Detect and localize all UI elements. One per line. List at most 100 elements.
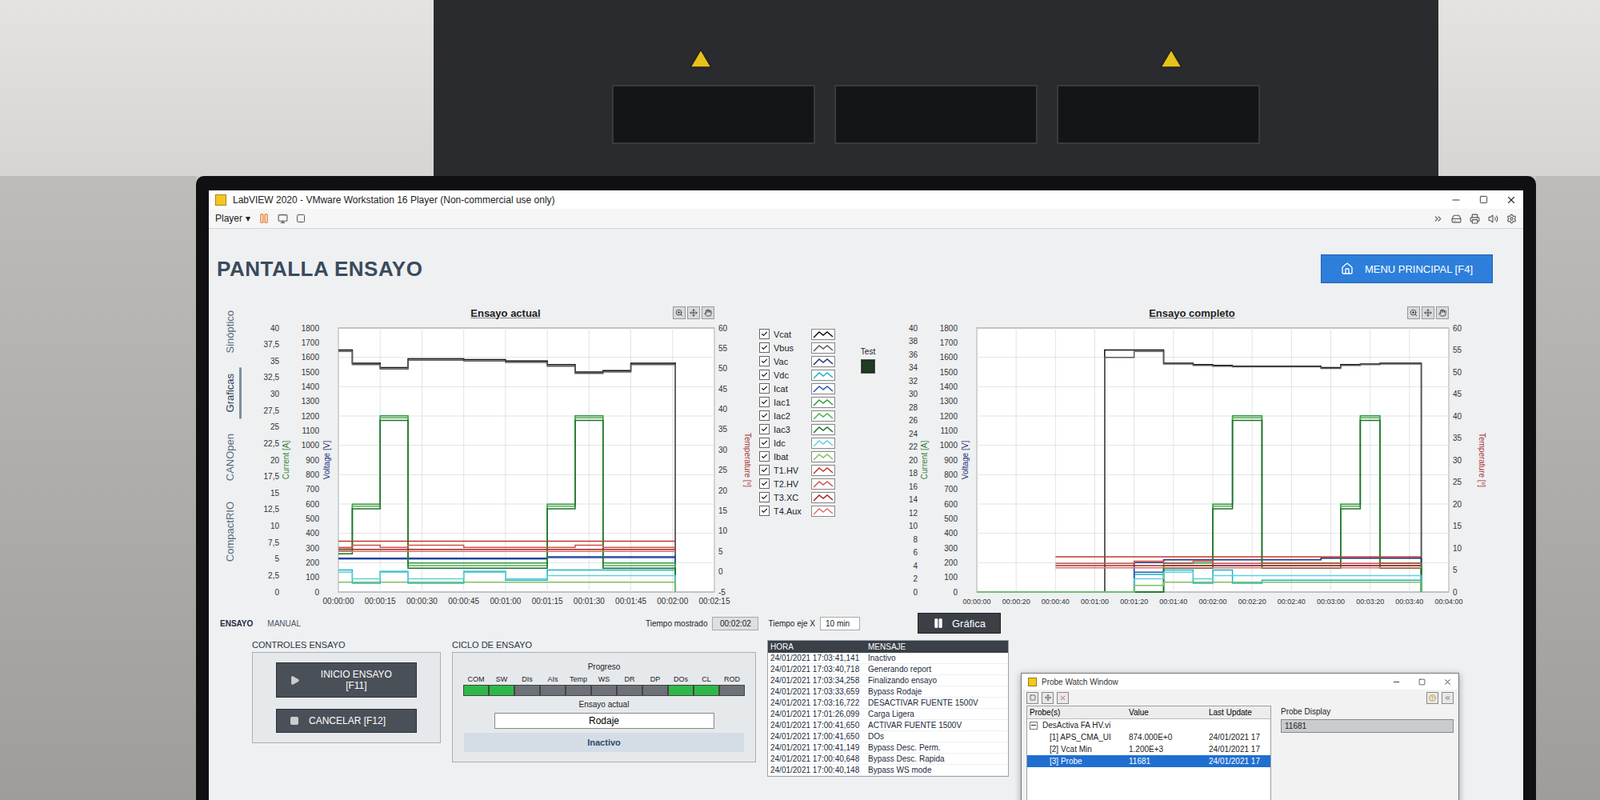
log-row[interactable]: 24/01/2021 17:03:41,141Inactivo xyxy=(768,652,1008,664)
hand-icon[interactable] xyxy=(701,306,715,320)
probe-row[interactable]: [2] Vcat Min1.200E+324/01/2021 17 xyxy=(1027,743,1271,756)
series-line xyxy=(338,416,676,592)
legend-label: Vac xyxy=(773,356,808,367)
legend-checkbox[interactable] xyxy=(759,492,770,503)
log-row[interactable]: 24/01/2021 17:00:40,148Bypass WS mode xyxy=(768,764,1008,776)
close-icon[interactable] xyxy=(1443,677,1452,687)
legend-checkbox[interactable] xyxy=(759,505,770,516)
line-style-icon[interactable] xyxy=(811,410,836,422)
temperature-tick: 15 xyxy=(718,506,728,516)
log-row[interactable]: 24/01/2021 17:00:41,149Bypass Desc. Perm… xyxy=(768,742,1008,754)
legend-checkbox[interactable] xyxy=(759,478,770,489)
probe-row[interactable]: [1] APS_CMA_UI874.000E+024/01/2021 17 xyxy=(1027,731,1271,744)
line-style-icon[interactable] xyxy=(811,383,836,395)
close-icon[interactable] xyxy=(1505,194,1517,206)
zoom-icon[interactable] xyxy=(672,306,686,320)
line-style-icon[interactable] xyxy=(811,492,836,504)
chart-series xyxy=(338,420,676,593)
line-style-icon[interactable] xyxy=(811,464,836,476)
time-tick: 00:03:40 xyxy=(1395,597,1424,606)
line-style-icon[interactable] xyxy=(811,478,836,490)
line-style-icon[interactable] xyxy=(811,328,836,340)
window-icon[interactable] xyxy=(1026,692,1039,704)
minimize-icon[interactable] xyxy=(1450,194,1462,206)
legend-checkbox[interactable] xyxy=(759,356,770,367)
mode-tab[interactable]: ENSAYO xyxy=(220,619,253,628)
legend-item: Vbus xyxy=(759,341,848,354)
time-axis-input[interactable]: 10 min xyxy=(820,616,860,631)
start-button[interactable]: INICIO ENSAYO [F11] xyxy=(276,662,417,698)
maximize-icon[interactable] xyxy=(1418,678,1426,686)
probe-group-row[interactable]: DesActiva FA HV.vi xyxy=(1027,719,1271,732)
delete-icon[interactable] xyxy=(1056,692,1069,704)
pan-icon[interactable] xyxy=(1421,306,1435,320)
fullscreen-icon[interactable] xyxy=(296,213,306,224)
sound-icon[interactable] xyxy=(1488,213,1499,224)
legend-checkbox[interactable] xyxy=(759,328,770,340)
legend-checkbox[interactable] xyxy=(759,383,770,394)
legend-checkbox[interactable] xyxy=(759,437,770,448)
line-style-icon[interactable] xyxy=(811,369,836,381)
log-row[interactable]: 24/01/2021 17:03:16,722DESACTIVAR FUENTE… xyxy=(768,697,1008,709)
legend-checkbox[interactable] xyxy=(759,369,770,380)
window-title: LabVIEW 2020 - VMware Workstation 16 Pla… xyxy=(232,194,1444,206)
more-icon[interactable] xyxy=(1432,213,1444,224)
menu-button[interactable]: MENU PRINCIPAL [F4] xyxy=(1320,254,1493,284)
log-row[interactable]: 24/01/2021 17:00:41,650ACTIVAR FUENTE 15… xyxy=(768,720,1008,732)
toolbar: Player▾ xyxy=(208,208,1524,229)
player-menu[interactable]: Player▾ xyxy=(215,212,251,224)
maximize-icon[interactable] xyxy=(1479,195,1488,204)
printer-icon[interactable] xyxy=(1469,213,1480,224)
legend-checkbox[interactable] xyxy=(759,451,770,462)
legend-checkbox[interactable] xyxy=(759,410,770,421)
log-row[interactable]: 24/01/2021 17:03:34,258Finalizando ensay… xyxy=(768,675,1008,687)
line-style-icon[interactable] xyxy=(811,424,836,436)
line-style-icon[interactable] xyxy=(811,451,836,463)
legend-checkbox[interactable] xyxy=(759,396,770,408)
cycle-step: WS xyxy=(592,675,616,696)
line-style-icon[interactable] xyxy=(811,356,836,368)
grid-line xyxy=(1055,328,1056,592)
line-style-icon[interactable] xyxy=(811,396,836,408)
temperature-tick: 60 xyxy=(718,324,728,333)
legend-checkbox[interactable] xyxy=(759,464,770,476)
collapse-icon[interactable] xyxy=(1441,692,1454,704)
side-tab[interactable]: Graficas xyxy=(220,367,242,419)
hand-icon[interactable] xyxy=(1436,306,1449,320)
legend-checkbox[interactable] xyxy=(759,424,770,435)
minimize-icon[interactable] xyxy=(1392,677,1401,687)
side-tab[interactable]: Sinóptico xyxy=(220,304,242,360)
current-tick: 25 xyxy=(270,422,280,432)
line-style-icon[interactable] xyxy=(811,342,836,354)
temperature-tick: 10 xyxy=(1452,544,1463,553)
voltage-tick: 200 xyxy=(944,558,958,568)
check-icon xyxy=(760,466,768,474)
graph-button[interactable]: Gráfica xyxy=(917,612,1001,634)
legend-checkbox[interactable] xyxy=(759,342,770,353)
help-icon[interactable] xyxy=(1426,692,1439,704)
log-row[interactable]: 24/01/2021 17:03:40,718Generando report xyxy=(768,664,1008,676)
cancel-button[interactable]: CANCELAR [F12] xyxy=(276,708,417,733)
legend-label: T2.HV xyxy=(773,479,808,489)
probe-watch-window[interactable]: Probe Watch WindowProbe(s)ValueLast Upda… xyxy=(1020,672,1460,800)
display-icon[interactable] xyxy=(277,213,288,224)
pan-icon[interactable] xyxy=(687,306,700,320)
tree-icon[interactable] xyxy=(1041,692,1054,704)
line-style-icon[interactable] xyxy=(811,437,836,449)
side-tab[interactable]: CompactRIO xyxy=(220,495,242,568)
drive-icon[interactable] xyxy=(1451,213,1462,224)
line-style-icon[interactable] xyxy=(811,505,836,517)
side-tab[interactable]: CANOpen xyxy=(220,427,242,488)
zoom-icon[interactable] xyxy=(1407,306,1420,320)
settings-icon[interactable] xyxy=(1506,213,1517,224)
log-row[interactable]: 24/01/2021 17:03:33,659Bypass Rodaje xyxy=(768,686,1008,698)
pause-icon[interactable] xyxy=(258,212,270,224)
log-row[interactable]: 24/01/2021 17:00:40,648Bypass Desc. Rapi… xyxy=(768,753,1008,765)
log-row[interactable]: 24/01/2021 17:01:26,099Carga Ligera xyxy=(768,708,1008,720)
panel-title: CONTROLES ENSAYO xyxy=(252,640,441,650)
probe-row[interactable]: [3] Probe1168124/01/2021 17 xyxy=(1027,755,1271,768)
log-row[interactable]: 24/01/2021 17:00:41,650DOs xyxy=(768,731,1008,743)
expand-toggle-icon[interactable] xyxy=(1029,721,1038,730)
current-tick: 38 xyxy=(908,336,919,346)
mode-tab[interactable]: MANUAL xyxy=(267,619,301,628)
